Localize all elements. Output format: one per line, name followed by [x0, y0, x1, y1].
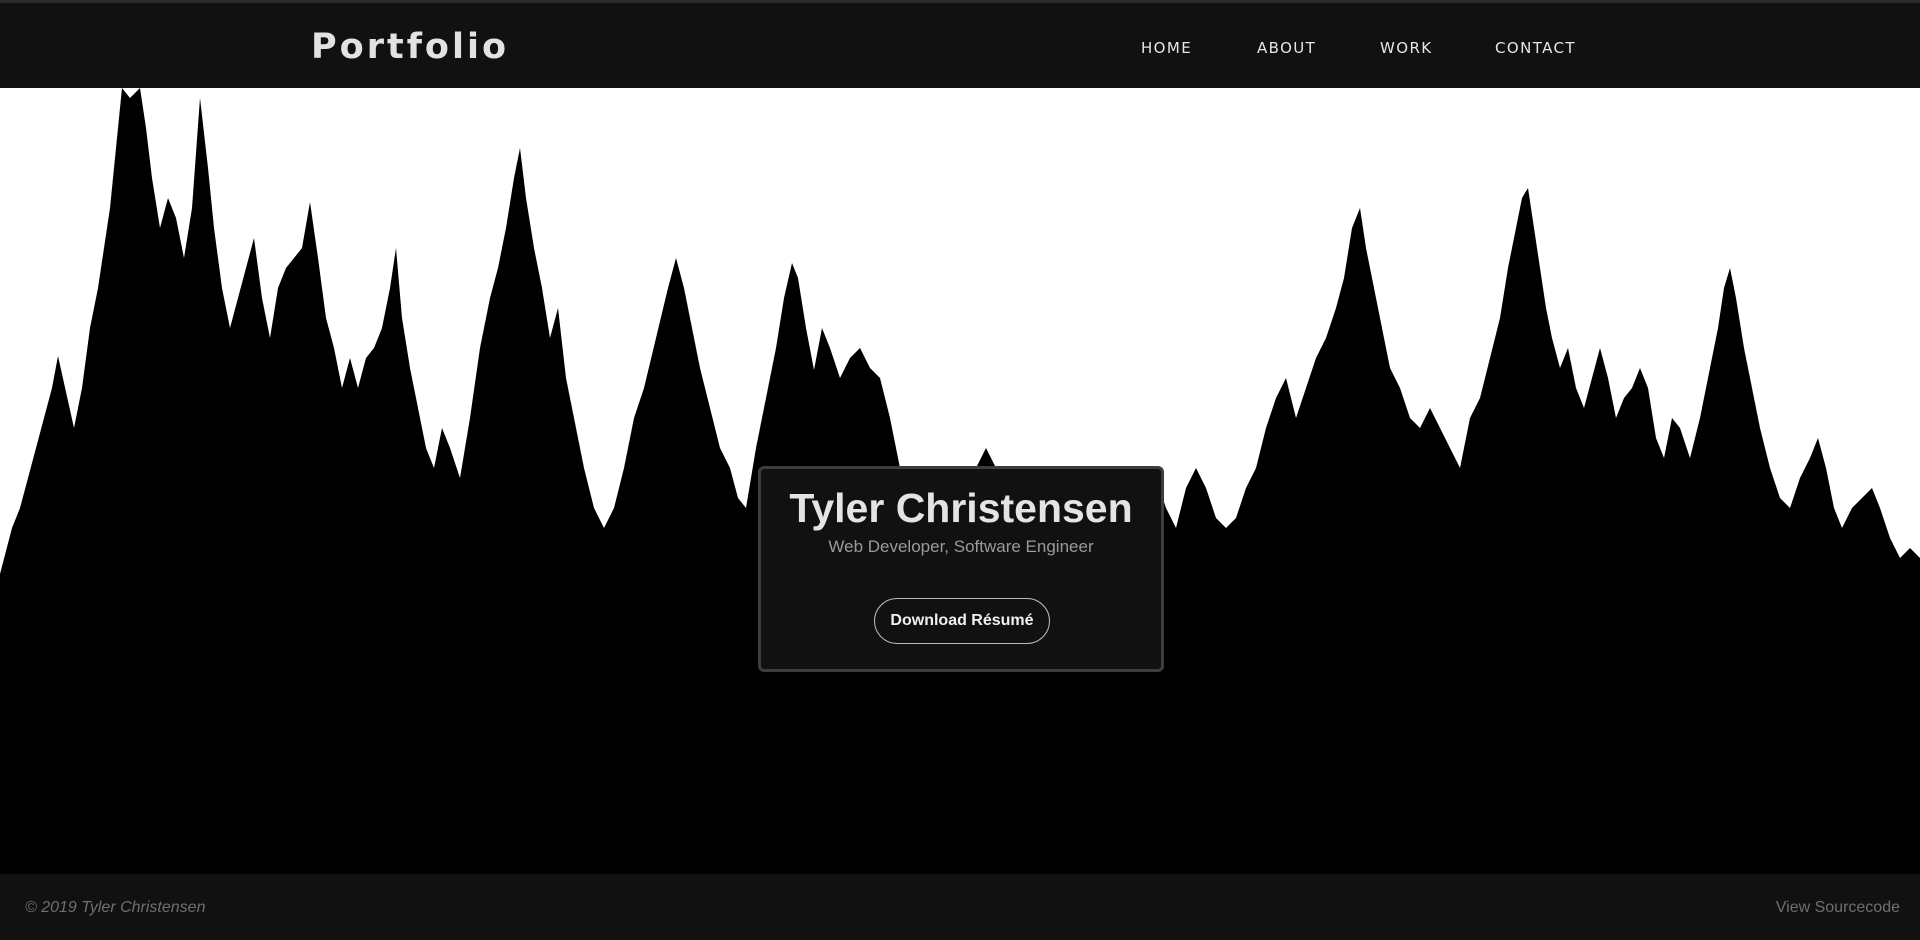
nav-home-link[interactable]: HOME: [1141, 39, 1192, 57]
nav-about-link[interactable]: ABOUT: [1257, 39, 1316, 57]
main-nav: HOME ABOUT WORK CONTACT: [0, 39, 1920, 59]
nav-contact-link[interactable]: CONTACT: [1495, 39, 1576, 57]
intro-card: Tyler Christensen Web Developer, Softwar…: [758, 466, 1164, 672]
hero-name-heading: Tyler Christensen: [789, 485, 1133, 531]
footer: © 2019 Tyler Christensen View Sourcecode: [0, 874, 1920, 940]
view-source-link[interactable]: View Sourcecode: [1776, 899, 1900, 917]
hero-subtitle: Web Developer, Software Engineer: [828, 537, 1094, 556]
nav-work-link[interactable]: WORK: [1380, 39, 1433, 57]
top-navbar: Portfolio HOME ABOUT WORK CONTACT: [0, 0, 1920, 88]
download-resume-button[interactable]: Download Résumé: [874, 598, 1050, 644]
footer-copyright: © 2019 Tyler Christensen: [25, 899, 206, 916]
hero-section: Tyler Christensen Web Developer, Softwar…: [0, 88, 1920, 874]
